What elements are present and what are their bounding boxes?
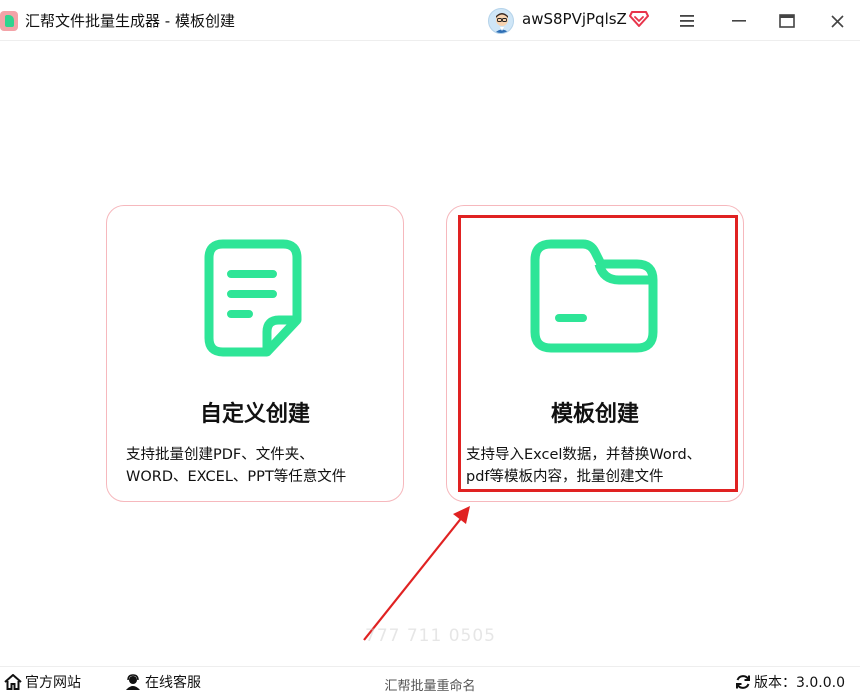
custom-desc-line-2: WORD、EXCEL、PPT等任意文件 (126, 469, 347, 485)
template-desc-line-2: pdf等模板内容，批量创建文件 (466, 469, 664, 485)
custom-create-description: 支持批量创建PDF、文件夹、 WORD、EXCEL、PPT等任意文件 (126, 444, 393, 488)
version-label: 版本：3.0.0.0 (754, 675, 845, 691)
template-create-description: 支持导入Excel数据，并替换Word、 pdf等模板内容，批量创建文件 (466, 444, 733, 488)
maximize-icon[interactable] (774, 8, 800, 34)
custom-create-card[interactable]: 自定义创建 支持批量创建PDF、文件夹、 WORD、EXCEL、PPT等任意文件 (106, 205, 404, 502)
status-bar: 官方网站 在线客服 汇帮批量重命名 版本：3.0.0.0 (0, 666, 860, 694)
minimize-icon[interactable] (726, 8, 752, 34)
template-create-card[interactable]: 模板创建 支持导入Excel数据，并替换Word、 pdf等模板内容，批量创建文… (446, 205, 744, 502)
app-logo-icon (0, 11, 18, 31)
version-info[interactable]: 版本：3.0.0.0 (735, 672, 845, 692)
custom-desc-line-1: 支持批量创建PDF、文件夹、 (126, 447, 314, 463)
title-bar: 汇帮文件批量生成器 - 模板创建 awS8PVjPqlsZ (0, 0, 860, 41)
vip-diamond-icon[interactable] (629, 10, 649, 28)
refresh-icon (736, 675, 750, 689)
watermark-text: 777 711 0505 (365, 626, 496, 646)
close-icon[interactable] (824, 8, 850, 34)
template-desc-line-1: 支持导入Excel数据，并替换Word、 (466, 447, 702, 463)
custom-create-title: 自定义创建 (199, 402, 310, 427)
batch-rename-link[interactable]: 汇帮批量重命名 (0, 675, 860, 694)
user-avatar[interactable] (488, 8, 514, 34)
window-title: 汇帮文件批量生成器 - 模板创建 (25, 12, 235, 30)
username[interactable]: awS8PVjPqlsZ (522, 10, 627, 28)
folder-icon (447, 236, 743, 356)
template-create-title: 模板创建 (550, 402, 639, 427)
document-icon (107, 236, 403, 360)
menu-icon[interactable] (674, 8, 700, 34)
